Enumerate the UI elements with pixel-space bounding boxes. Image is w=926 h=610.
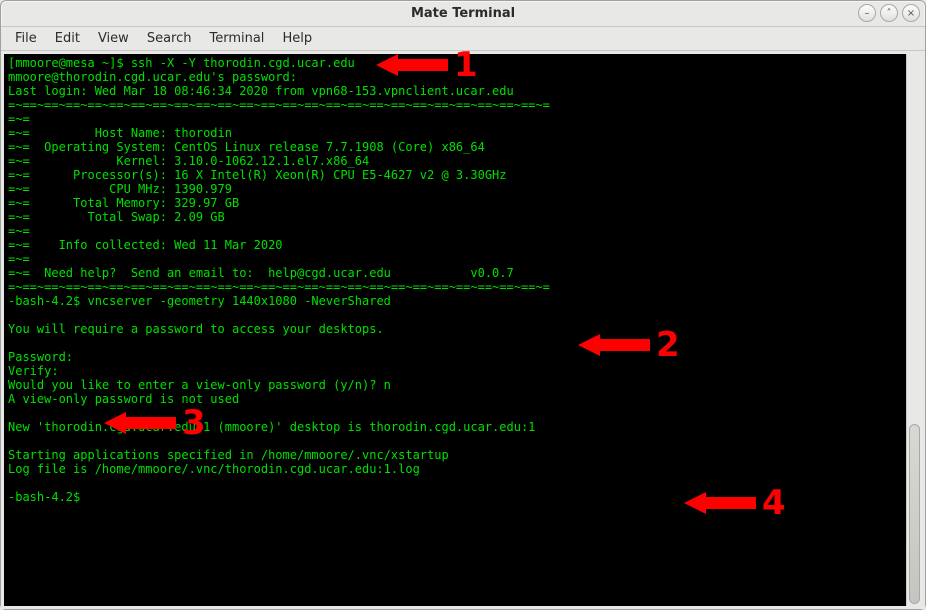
- line-2: Last login: Wed Mar 18 08:46:34 2020 fro…: [8, 84, 514, 98]
- line-15: =~= Need help? Send an email to: help@cg…: [8, 266, 514, 280]
- window-buttons: – ˄ ×: [858, 4, 920, 22]
- line-19: You will require a password to access yo…: [8, 322, 384, 336]
- scrollbar-track[interactable]: [909, 56, 920, 604]
- line-16: =~==~==~==~==~==~==~==~==~==~==~==~==~==…: [8, 280, 550, 294]
- menu-edit[interactable]: Edit: [47, 29, 88, 48]
- line-7: =~= Kernel: 3.10.0-1062.12.1.el7.x86_64: [8, 154, 369, 168]
- line-29: Log file is /home/mmoore/.vnc/thorodin.c…: [8, 462, 420, 476]
- line-26: New 'thorodin.cgd.ucar.edu:1 (mmoore)' d…: [8, 420, 535, 434]
- line-6: =~= Operating System: CentOS Linux relea…: [8, 140, 485, 154]
- maximize-icon: ˄: [887, 8, 892, 19]
- terminal-frame: [mmoore@mesa ~]$ ssh -X -Y thorodin.cgd.…: [1, 51, 925, 609]
- close-icon: ×: [907, 8, 915, 19]
- minimize-button[interactable]: –: [858, 4, 876, 22]
- line-28: Starting applications specified in /home…: [8, 448, 449, 462]
- line-17: -bash-4.2$ vncserver -geometry 1440x1080…: [8, 294, 391, 308]
- line-24: A view-only password is not used: [8, 392, 239, 406]
- line-13: =~= Info collected: Wed 11 Mar 2020: [8, 238, 283, 252]
- line-4: =~=: [8, 112, 30, 126]
- scrollbar[interactable]: [906, 54, 922, 606]
- line-21: Password:: [8, 350, 73, 364]
- line-11: =~= Total Swap: 2.09 GB: [8, 210, 225, 224]
- window: Mate Terminal – ˄ × File Edit View Searc…: [0, 0, 926, 610]
- line-8: =~= Processor(s): 16 X Intel(R) Xeon(R) …: [8, 168, 507, 182]
- line-9: =~= CPU MHz: 1390.979: [8, 182, 232, 196]
- menu-terminal[interactable]: Terminal: [201, 29, 272, 48]
- line-12: =~=: [8, 224, 30, 238]
- minimize-icon: –: [865, 8, 870, 19]
- line-5: =~= Host Name: thorodin: [8, 126, 232, 140]
- line-22: Verify:: [8, 364, 59, 378]
- maximize-button[interactable]: ˄: [880, 4, 898, 22]
- line-0: [mmoore@mesa ~]$ ssh -X -Y thorodin.cgd.…: [8, 56, 355, 70]
- line-1: mmoore@thorodin.cgd.ucar.edu's password:: [8, 70, 297, 84]
- terminal-container: [mmoore@mesa ~]$ ssh -X -Y thorodin.cgd.…: [4, 54, 922, 606]
- menu-file[interactable]: File: [7, 29, 45, 48]
- line-10: =~= Total Memory: 329.97 GB: [8, 196, 239, 210]
- close-button[interactable]: ×: [902, 4, 920, 22]
- line-31: -bash-4.2$: [8, 490, 87, 504]
- menubar: File Edit View Search Terminal Help: [1, 27, 925, 51]
- scrollbar-thumb[interactable]: [909, 424, 920, 604]
- line-14: =~=: [8, 252, 30, 266]
- titlebar[interactable]: Mate Terminal – ˄ ×: [1, 1, 925, 27]
- line-3: =~==~==~==~==~==~==~==~==~==~==~==~==~==…: [8, 98, 550, 112]
- window-title: Mate Terminal: [411, 6, 515, 21]
- menu-search[interactable]: Search: [139, 29, 200, 48]
- line-23: Would you like to enter a view-only pass…: [8, 378, 391, 392]
- menu-help[interactable]: Help: [274, 29, 320, 48]
- terminal-output[interactable]: [mmoore@mesa ~]$ ssh -X -Y thorodin.cgd.…: [4, 54, 906, 606]
- menu-view[interactable]: View: [90, 29, 137, 48]
